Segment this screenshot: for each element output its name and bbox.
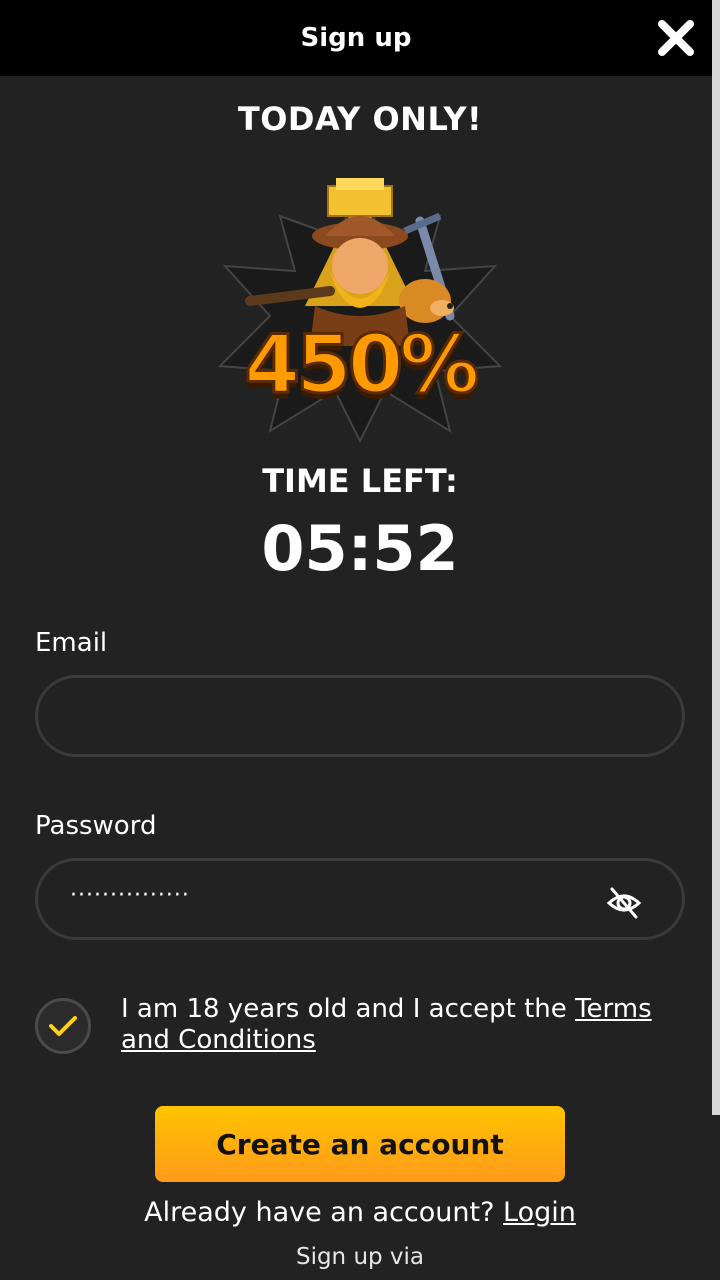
login-prompt-text: Already have an account? bbox=[144, 1197, 504, 1228]
terms-checkbox[interactable] bbox=[35, 998, 91, 1054]
countdown-timer: 05:52 bbox=[261, 512, 459, 585]
eye-slash-icon bbox=[606, 887, 642, 919]
checkmark-icon bbox=[49, 1016, 77, 1036]
password-field[interactable]: ··············· bbox=[35, 858, 685, 940]
time-left-label: TIME LEFT: bbox=[262, 462, 458, 500]
close-button[interactable] bbox=[654, 16, 698, 60]
promo-headline: TODAY ONLY! bbox=[237, 100, 483, 138]
toggle-password-visibility-button[interactable] bbox=[606, 885, 642, 921]
email-label: Email bbox=[35, 628, 108, 658]
header-bar: Sign up bbox=[0, 0, 712, 76]
email-field-wrapper bbox=[35, 675, 685, 757]
signup-via-label: Sign up via bbox=[295, 1244, 425, 1270]
create-account-button[interactable]: Create an account bbox=[155, 1106, 565, 1182]
terms-prefix: I am 18 years old and I accept the bbox=[121, 994, 576, 1024]
bonus-percentage: 450% bbox=[243, 317, 481, 413]
terms-text: I am 18 years old and I accept the Terms… bbox=[121, 994, 681, 1056]
login-prompt: Already have an account? Login bbox=[0, 1197, 720, 1228]
password-value: ··············· bbox=[70, 883, 190, 908]
login-link[interactable]: Login bbox=[503, 1197, 576, 1228]
page-title: Sign up bbox=[300, 23, 412, 53]
password-label: Password bbox=[35, 811, 157, 841]
close-icon bbox=[658, 20, 694, 56]
email-field[interactable] bbox=[38, 678, 682, 754]
